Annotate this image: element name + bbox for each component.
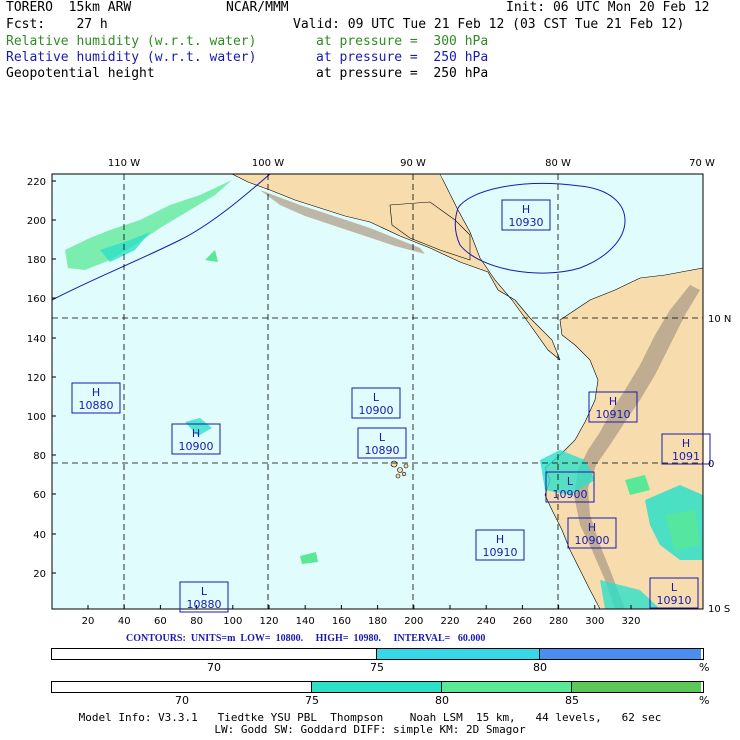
model-title: TORERO 15km ARW [6, 0, 132, 15]
bar2-segment-80-85 [442, 682, 572, 692]
x-tick-label: 320 [621, 616, 640, 627]
bar1-label-80: 80 [533, 661, 547, 674]
x-tick-label: 180 [368, 616, 387, 627]
center-value-label: 10910 [657, 594, 692, 607]
x-tick-label: 160 [332, 616, 351, 627]
forecast-hour: Fcst: 27 h [6, 17, 108, 32]
center-value-label: 10930 [509, 216, 544, 229]
y-tick-label: 60 [33, 490, 46, 501]
center-value-label: 10910 [596, 408, 631, 421]
y-tick-label: 160 [27, 294, 46, 305]
lon-label-80w: 80 W [545, 158, 571, 169]
humidity-250-colorbar [51, 648, 704, 660]
y-tick-label: 120 [27, 373, 46, 384]
center-value-label: 1091 [672, 450, 700, 463]
x-tick-label: 240 [477, 616, 496, 627]
lat-label-10s: 10 S [708, 604, 730, 615]
lon-label-110w: 110 W [108, 158, 140, 169]
x-tick-label: 100 [223, 616, 242, 627]
contours-info: CONTOURS: UNITS=m LOW= 10800. HIGH= 1098… [126, 633, 486, 644]
lon-label-100w: 100 W [252, 158, 284, 169]
field2-level: at pressure = 250 hPa [316, 50, 489, 65]
center-value-label: 10900 [359, 404, 394, 417]
center-value-label: 10880 [187, 598, 222, 611]
bar2-label-75: 75 [305, 694, 319, 707]
field3-level: at pressure = 250 hPa [316, 66, 489, 81]
bar2-label-70: 70 [175, 694, 189, 707]
y-tick-label: 180 [27, 255, 46, 266]
y-tick-label: 80 [33, 451, 46, 462]
center-type-label: L [373, 391, 380, 404]
x-tick-label: 120 [259, 616, 278, 627]
bar1-label-75: 75 [370, 661, 384, 674]
x-tick-label: 260 [513, 616, 532, 627]
center-type-label: H [609, 395, 617, 408]
bar1-segment-below-75 [52, 649, 377, 659]
y-tick-label: 140 [27, 334, 46, 345]
x-tick-label: 40 [118, 616, 131, 627]
lat-labels: 10 N 0 10 S [708, 314, 731, 615]
y-tick-label: 220 [27, 177, 46, 188]
center-value-label: 10900 [575, 534, 610, 547]
center-type-label: H [496, 533, 504, 546]
center-name: NCAR/MMM [226, 0, 289, 15]
field1-name: Relative humidity (w.r.t. water) [6, 34, 257, 49]
bar2-label-80: 80 [435, 694, 449, 707]
center-value-label: 10900 [179, 440, 214, 453]
center-type-label: L [567, 475, 574, 488]
field1-level: at pressure = 300 hPa [316, 34, 489, 49]
y-tick-label: 200 [27, 216, 46, 227]
center-type-label: L [201, 585, 208, 598]
init-time: Init: 06 UTC Mon 20 Feb 12 [506, 0, 710, 15]
lat-label-10n: 10 N [708, 314, 731, 325]
x-tick-label: 280 [549, 616, 568, 627]
x-tick-label: 140 [296, 616, 315, 627]
y-tick-label: 20 [33, 569, 46, 580]
center-type-label: H [522, 203, 530, 216]
center-type-label: H [192, 427, 200, 440]
bar1-segment-above-80 [540, 649, 701, 659]
bar1-label-70: 70 [207, 661, 221, 674]
x-tick-label: 220 [440, 616, 459, 627]
center-value-label: 10910 [483, 546, 518, 559]
center-type-label: H [588, 521, 596, 534]
x-tick-label: 60 [154, 616, 167, 627]
bar2-segment-above-85 [572, 682, 701, 692]
bar2-label-85: 85 [565, 694, 579, 707]
lon-label-90w: 90 W [400, 158, 426, 169]
center-type-label: L [379, 431, 386, 444]
map-svg: 220 200 180 160 140 120 100 80 60 40 20 20 40 60 80 10… [27, 158, 731, 627]
bar1-segment-75-80 [377, 649, 540, 659]
y-tick-label: 40 [33, 530, 46, 541]
physics-info: LW: Godd SW: Goddard DIFF: simple KM: 2D… [214, 723, 526, 736]
center-type-label: L [671, 581, 678, 594]
center-value-label: 10880 [79, 399, 114, 412]
center-type-label: H [682, 437, 690, 450]
center-value-label: 10900 [553, 488, 588, 501]
weather-map: 220 200 180 160 140 120 100 80 60 40 20 20 40 60 80 10… [0, 150, 740, 630]
bar1-unit: % [699, 661, 710, 674]
bar2-segment-below-75 [52, 682, 312, 692]
lon-labels: 110 W 100 W 90 W 80 W 70 W [108, 158, 715, 169]
center-type-label: H [92, 386, 100, 399]
valid-time: Valid: 09 UTC Tue 21 Feb 12 (03 CST Tue … [293, 17, 685, 32]
bar2-segment-75-80 [312, 682, 442, 692]
x-tick-label: 20 [82, 616, 95, 627]
center-value-label: 10890 [365, 444, 400, 457]
field3-name: Geopotential height [6, 66, 155, 81]
x-tick-label: 300 [585, 616, 604, 627]
lon-label-70w: 70 W [689, 158, 715, 169]
x-tick-label: 80 [190, 616, 203, 627]
y-tick-label: 100 [27, 412, 46, 423]
humidity-300-colorbar [51, 681, 704, 693]
x-tick-label: 200 [404, 616, 423, 627]
field2-name: Relative humidity (w.r.t. water) [6, 50, 257, 65]
bar2-unit: % [699, 694, 710, 707]
